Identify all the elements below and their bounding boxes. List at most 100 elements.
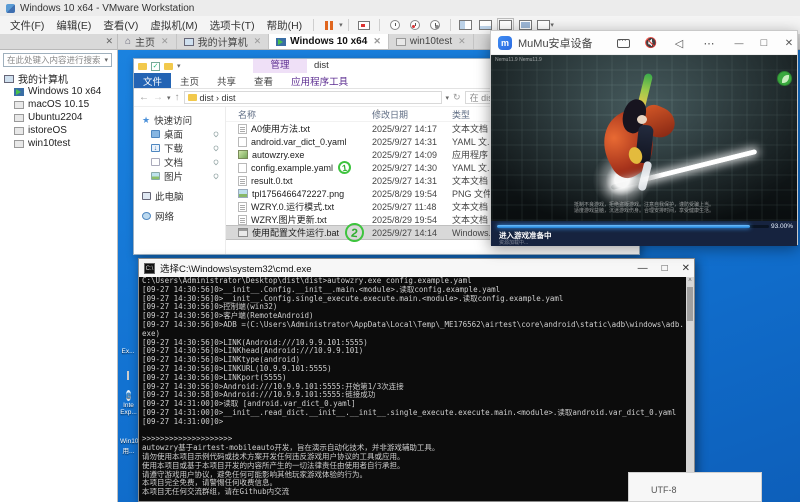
pin-icon — [213, 131, 220, 138]
scrollbar-thumb[interactable] — [687, 287, 693, 321]
breadcrumb[interactable]: dist › dist — [184, 91, 442, 104]
this-pc-icon — [142, 192, 151, 200]
vm-icon — [14, 127, 24, 135]
ribbon-tab-share[interactable]: 共享 — [208, 73, 245, 88]
tab-win10test[interactable]: win10test✕ — [389, 34, 474, 49]
library-search-input[interactable]: 在此处键入内容进行搜索 ▾ — [3, 53, 112, 67]
minimize-icon[interactable]: — — [638, 263, 648, 274]
desktop-icon-tooltip — [119, 372, 137, 379]
column-header-name[interactable]: 名称 — [226, 108, 372, 121]
maximize-icon[interactable]: □ — [756, 36, 772, 50]
quick-access-folder-icon[interactable] — [138, 63, 147, 70]
back-icon[interactable]: ◁ — [671, 36, 687, 50]
sidebar-item-macOS 10.15[interactable]: macOS 10.15 — [4, 98, 101, 111]
column-header-date[interactable]: 修改日期 — [372, 108, 452, 121]
desktop-icon-internet-explorer[interactable]: e Inte Exp... — [120, 390, 137, 416]
game-screen[interactable]: Nemu11.9 Nemu11.9 抵制不良游戏，拒绝盗版游戏。注意自我保护，谨… — [491, 55, 797, 221]
annotation-circle-2: 2 — [344, 222, 365, 243]
tab-close-icon[interactable]: ✕ — [373, 36, 381, 47]
file-name: A0使用方法.txt — [226, 122, 372, 135]
quick-access-check-icon[interactable]: ✓ — [151, 62, 160, 71]
up-icon[interactable]: ↑ — [175, 92, 180, 103]
menu-item[interactable]: 编辑(E) — [50, 19, 97, 33]
snapshot-take-icon[interactable] — [385, 18, 405, 32]
file-name-text: WZRY.0.运行模式.txt — [251, 200, 334, 213]
loading-subtext: 资源加载中... — [499, 239, 528, 246]
nav-item-此电脑[interactable]: 此电脑 — [134, 189, 225, 203]
back-icon[interactable]: ← — [139, 92, 149, 103]
menu-item[interactable]: 文件(F) — [4, 19, 50, 33]
menu-item[interactable]: 虚拟机(M) — [144, 19, 203, 33]
quick-access-star-icon: ★ — [142, 116, 150, 124]
pin-icon — [213, 159, 220, 166]
nav-item-图片[interactable]: 图片 — [134, 169, 225, 183]
scroll-up-icon[interactable]: ˄ — [686, 277, 694, 285]
minimize-icon[interactable]: — — [731, 36, 747, 50]
tab-close-icon[interactable]: ✕ — [458, 36, 466, 47]
sidebar-item-我的计算机[interactable]: 我的计算机 — [4, 72, 101, 85]
nav-item-桌面[interactable]: 桌面 — [134, 127, 225, 141]
tab-close-icon[interactable]: ✕ — [161, 36, 169, 47]
file-name-text: result.0.txt — [251, 176, 293, 186]
nav-item-label: 桌面 — [164, 127, 183, 141]
cmd-titlebar[interactable]: C:\ 选择C:\Windows\system32\cmd.exe — [139, 259, 694, 277]
game-loading-footer: 93.00% 进入游戏准备中 资源加载中... — [491, 221, 797, 246]
maximize-icon[interactable]: □ — [662, 263, 668, 274]
sidebar-item-win10test[interactable]: win10test — [4, 137, 101, 150]
quick-access-dropdown-icon[interactable]: ▾ — [177, 62, 181, 70]
tab-Windows 10 x64[interactable]: Windows 10 x64✕ — [269, 34, 389, 49]
tree-item-label: 我的计算机 — [18, 71, 68, 86]
desktop-icon — [151, 130, 160, 138]
cmd-window-controls: — □ ✕ — [638, 259, 690, 277]
nav-item-下载[interactable]: ↓下载 — [134, 141, 225, 155]
ribbon-tab-file[interactable]: 文件 — [134, 73, 171, 88]
nav-item-label: 网络 — [155, 209, 174, 223]
ribbon-tab-home[interactable]: 主页 — [171, 73, 208, 88]
search-dropdown-icon[interactable]: ▾ — [104, 56, 108, 64]
library-close-icon[interactable]: ✕ — [105, 36, 113, 47]
leaf-badge-icon[interactable] — [777, 71, 792, 86]
screencap-icon[interactable] — [615, 36, 631, 50]
documents-icon — [151, 158, 160, 166]
sidebar-item-Windows 10 x64[interactable]: Windows 10 x64 — [4, 85, 101, 98]
send-ctrl-alt-del-icon[interactable] — [354, 18, 374, 32]
cmd-scrollbar[interactable]: ˄ — [686, 277, 694, 501]
history-dropdown-icon[interactable]: ▾ — [167, 94, 171, 102]
breadcrumb-path: dist › dist — [200, 93, 236, 103]
menu-item[interactable]: 选项卡(T) — [204, 19, 261, 33]
nav-item-网络[interactable]: 网络 — [134, 209, 225, 223]
close-icon[interactable]: ✕ — [781, 36, 797, 50]
address-dropdown-icon[interactable]: ▾ — [446, 94, 450, 102]
file-name-text: tpl1756466472227.png — [252, 189, 344, 199]
nav-item-文档[interactable]: 文档 — [134, 155, 225, 169]
forward-icon[interactable]: → — [153, 92, 163, 103]
menu-items: 文件(F)编辑(E)查看(V)虚拟机(M)选项卡(T)帮助(H) — [4, 18, 308, 33]
quick-access-folder-icon[interactable] — [164, 63, 173, 70]
tree-item-label: Ubuntu2204 — [28, 112, 83, 123]
desktop-icon-win10-folder[interactable]: Win10... 用... — [120, 438, 137, 455]
ribbon-tab-app-tools[interactable]: 应用程序工具 — [282, 73, 357, 88]
nav-item-label: 文档 — [164, 155, 183, 169]
show-library-icon[interactable] — [456, 18, 476, 32]
tab-close-icon[interactable]: ✕ — [254, 36, 262, 47]
pause-button[interactable] — [319, 18, 339, 32]
refresh-icon[interactable]: ↻ — [453, 92, 461, 103]
menu-item[interactable]: 帮助(H) — [261, 19, 309, 33]
manage-context-header[interactable]: 管理 — [253, 59, 307, 73]
snapshot-revert-icon[interactable] — [405, 18, 425, 32]
snapshot-manager-icon[interactable] — [425, 18, 445, 32]
pause-dropdown[interactable]: ▾ — [339, 21, 343, 29]
cmd-window-title: 选择C:\Windows\system32\cmd.exe — [160, 261, 312, 275]
sidebar-item-istoreOS[interactable]: istoreOS — [4, 124, 101, 137]
sidebar-item-Ubuntu2204[interactable]: Ubuntu2204 — [4, 111, 101, 124]
exe-file-icon — [238, 150, 248, 159]
menu-item[interactable]: 查看(V) — [97, 19, 144, 33]
desktop-icon-label[interactable]: Ex... — [119, 348, 137, 355]
tab-我的计算机[interactable]: 我的计算机✕ — [177, 34, 270, 49]
tab-主页[interactable]: ⌂主页✕ — [118, 34, 177, 49]
more-icon[interactable]: ⋯ — [701, 36, 717, 50]
ribbon-tab-view[interactable]: 查看 — [245, 73, 282, 88]
nav-item-快速访问[interactable]: ★快速访问 — [134, 113, 225, 127]
volume-muted-icon[interactable]: 🔇 — [643, 36, 659, 50]
close-icon[interactable]: ✕ — [682, 263, 690, 274]
